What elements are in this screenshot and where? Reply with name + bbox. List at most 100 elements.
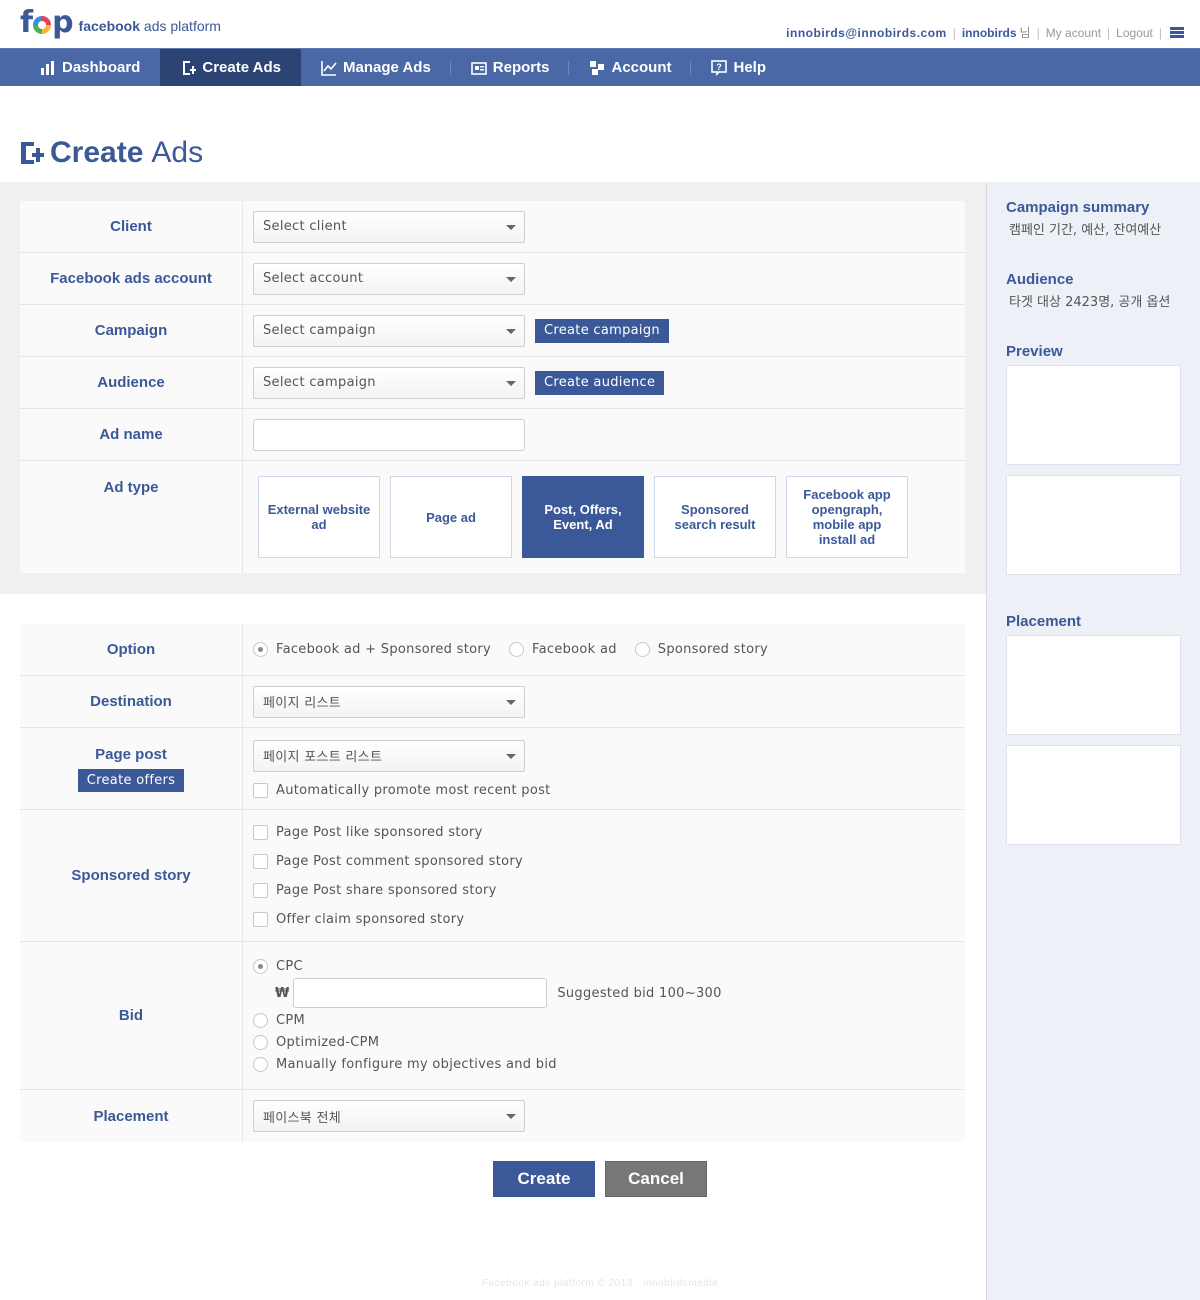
field-label: Ad type [20, 461, 243, 573]
placement-select[interactable]: 페이스북 전체 [253, 1100, 525, 1132]
checkbox[interactable] [253, 911, 268, 927]
nav-help[interactable]: ? Help [691, 49, 786, 86]
ad-type-external-website[interactable]: External website ad [258, 476, 380, 558]
field-label: Page post [95, 745, 167, 763]
offer-claim-checkbox[interactable]: Offer claim sponsored story [253, 911, 465, 927]
nav-dashboard[interactable]: Dashboard [0, 49, 160, 86]
option-radio-facebook-ad[interactable]: Facebook ad [509, 642, 617, 657]
account-icon [589, 60, 605, 76]
logo-mark: fp [20, 5, 74, 40]
radio-button[interactable] [253, 642, 268, 657]
logo-mark-right: p [52, 5, 74, 40]
row-sponsored-story: Sponsored story Page Post like sponsored… [20, 810, 965, 942]
preview-box [1006, 365, 1181, 465]
ad-type-sponsored-search[interactable]: Sponsored search result [654, 476, 776, 558]
nav-label: Dashboard [62, 59, 141, 76]
page-title: Create Ads [20, 136, 203, 170]
create-audience-button[interactable]: Create audience [535, 370, 665, 395]
bid-radio-cpm[interactable]: CPM [253, 1013, 305, 1028]
checkbox[interactable] [253, 782, 268, 798]
radio-button[interactable] [634, 642, 650, 657]
my-account-link[interactable]: My acount [1046, 26, 1101, 40]
radio-label: Facebook ad [532, 642, 617, 657]
user-name[interactable]: innobirds [962, 26, 1017, 40]
nav-create-ads[interactable]: Create Ads [160, 49, 301, 86]
field-label: Sponsored story [20, 810, 243, 941]
campaign-select[interactable]: Select campaign [253, 314, 525, 347]
create-campaign-button[interactable]: Create campaign [535, 318, 669, 343]
page-post-select[interactable]: 페이지 포스트 리스트 [253, 739, 525, 772]
bid-amount-input[interactable] [293, 978, 548, 1008]
top-header: fp facebook ads platform innobirds@innob… [0, 0, 1200, 48]
logout-link[interactable]: Logout [1116, 26, 1153, 40]
logo[interactable]: fp facebook ads platform [20, 8, 221, 38]
row-placement: Placement 페이스북 전체 [20, 1090, 965, 1142]
option-radio-both[interactable]: Facebook ad + Sponsored story [253, 642, 491, 657]
radio-button[interactable] [253, 959, 268, 974]
row-ad-type: Ad type External website ad Page ad Post… [20, 461, 965, 573]
main-nav: Dashboard Create Ads Manage Ads Reports … [0, 48, 1200, 86]
checkbox[interactable] [253, 824, 268, 840]
auto-promote-checkbox[interactable]: Automatically promote most recent post [253, 782, 551, 798]
select-value: Select client [263, 219, 347, 234]
campaign-summary-title: Campaign summary [1006, 199, 1150, 216]
nav-account[interactable]: Account [569, 49, 692, 86]
caret-down-icon [506, 753, 516, 759]
checkbox[interactable] [253, 882, 268, 898]
option-radio-sponsored-story[interactable]: Sponsored story [634, 642, 768, 657]
checkbox-label: Offer claim sponsored story [276, 911, 465, 927]
row-campaign: Campaign Select campaign Create campaign [20, 305, 965, 357]
ad-type-page-ad[interactable]: Page ad [390, 476, 512, 558]
placement-box [1006, 635, 1181, 735]
suggested-bid-text: Suggested bid 100~300 [557, 985, 722, 1001]
radio-label: Sponsored story [657, 642, 768, 657]
bid-radio-manual[interactable]: Manually fonfigure my objectives and bid [253, 1057, 557, 1072]
help-icon: ? [711, 59, 728, 76]
currency-symbol: ₩ [275, 985, 290, 1001]
cancel-button[interactable]: Cancel [605, 1161, 707, 1197]
create-offers-button[interactable]: Create offers [77, 768, 185, 792]
radio-button[interactable] [253, 1013, 268, 1028]
ad-type-app-install[interactable]: Facebook app opengraph, mobile app insta… [786, 476, 908, 558]
nav-label: Reports [492, 59, 550, 76]
row-bid: Bid CPC ₩ Suggested bid 100~300 CPM Opti… [20, 942, 965, 1090]
radio-button[interactable] [509, 642, 525, 657]
story-comment-checkbox[interactable]: Page Post comment sponsored story [253, 853, 523, 869]
bid-radio-ocpm[interactable]: Optimized-CPM [253, 1035, 379, 1050]
nav-manage-ads[interactable]: Manage Ads [301, 49, 451, 86]
ad-type-post-offers[interactable]: Post, Offers, Event, Ad [522, 476, 644, 558]
field-label: Option [20, 624, 243, 675]
user-honorific: 님 [1019, 26, 1031, 40]
row-audience: Audience Select campaign Create audience [20, 357, 965, 409]
list-icon[interactable] [1170, 27, 1184, 38]
ad-name-input[interactable] [253, 418, 525, 451]
bid-radio-cpc[interactable]: CPC [253, 959, 303, 974]
nav-reports[interactable]: Reports [451, 49, 570, 86]
story-share-checkbox[interactable]: Page Post share sponsored story [253, 882, 497, 898]
checkbox[interactable] [253, 853, 268, 869]
field-label: Campaign [20, 305, 243, 356]
destination-select[interactable]: 페이지 리스트 [253, 685, 525, 718]
checkbox-label: Page Post like sponsored story [276, 824, 483, 840]
caret-down-icon [506, 380, 516, 386]
audience-select[interactable]: Select campaign [253, 366, 525, 399]
user-email[interactable]: innobirds@innobirds.com [786, 26, 947, 40]
preview-box [1006, 475, 1181, 575]
row-ad-name: Ad name [20, 409, 965, 461]
account-select[interactable]: Select account [253, 262, 525, 295]
radio-label: CPM [276, 1013, 306, 1028]
radio-button[interactable] [253, 1057, 268, 1072]
field-label-block: Page post Create offers [20, 728, 243, 809]
field-label: Client [20, 201, 243, 252]
story-like-checkbox[interactable]: Page Post like sponsored story [253, 824, 483, 840]
placement-box [1006, 745, 1181, 845]
caret-down-icon [506, 699, 516, 705]
preview-title: Preview [1006, 343, 1063, 360]
campaign-summary-text: 캠페인 기간, 예산, 잔여예산 [1009, 223, 1162, 238]
client-select[interactable]: Select client [253, 210, 525, 243]
create-button[interactable]: Create [493, 1161, 595, 1197]
dashboard-icon [40, 60, 56, 76]
logo-text-rest: ads platform [140, 18, 221, 34]
radio-button[interactable] [253, 1035, 268, 1050]
checkbox-label: Automatically promote most recent post [276, 782, 551, 798]
